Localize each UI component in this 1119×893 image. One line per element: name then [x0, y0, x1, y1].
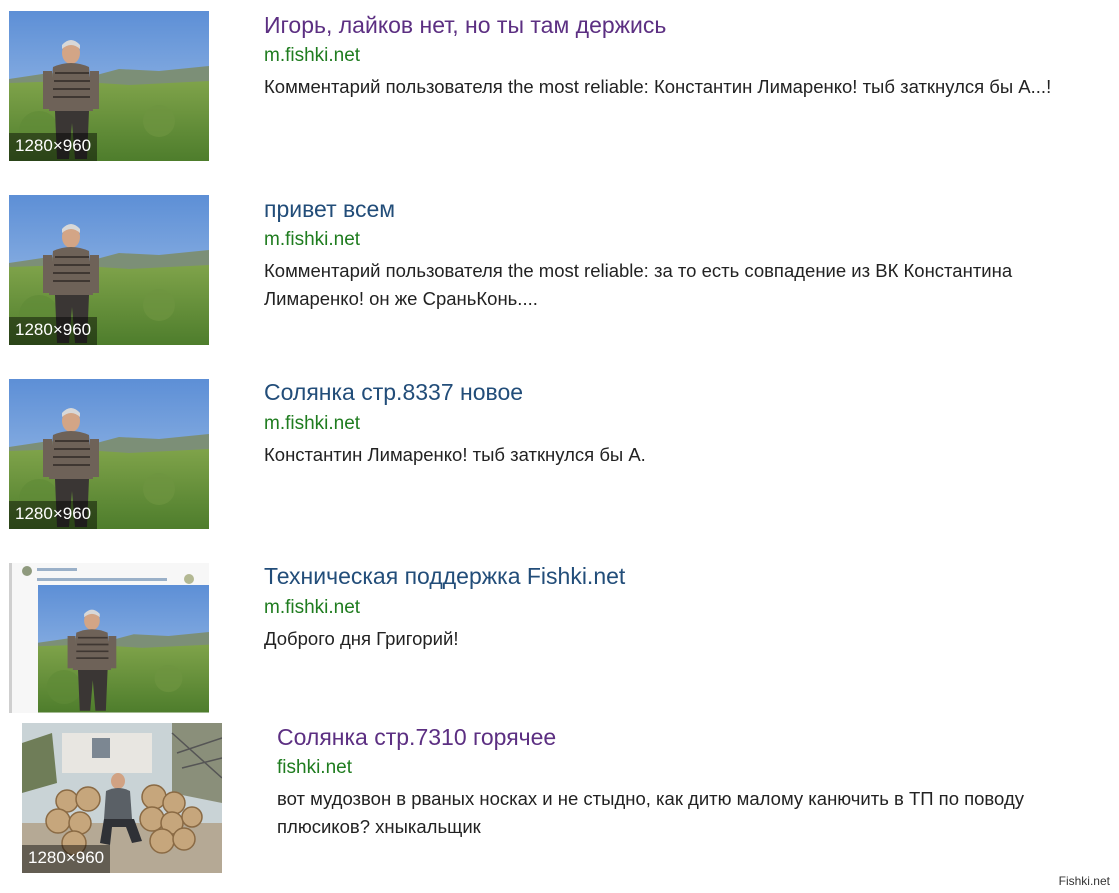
result-snippet: Константин Лимаренко! тыб заткнулся бы А… [264, 444, 646, 465]
result-title-link[interactable]: Игорь, лайков нет, но ты там держись [264, 11, 666, 39]
result-thumbnail[interactable]: 1280×960 [9, 379, 209, 529]
image-size-badge: 1280×960 [22, 845, 111, 873]
comment-screenshot-photo-icon [9, 563, 209, 713]
result-snippet: Комментарий пользователя the most reliab… [264, 76, 1052, 97]
result-title-link[interactable]: Солянка стр.7310 горячее [277, 723, 556, 751]
result-thumbnail[interactable]: 1280×960 [9, 11, 209, 161]
result-domain-link[interactable]: m.fishki.net [264, 596, 360, 620]
image-size-badge: 1280×960 [9, 317, 98, 345]
result-thumbnail[interactable]: 1280×960 [22, 723, 222, 873]
result-domain-link[interactable]: m.fishki.net [264, 412, 360, 436]
result-title-link[interactable]: Солянка стр.8337 новое [264, 378, 523, 406]
result-title-link[interactable]: Техническая поддержка Fishki.net [264, 562, 625, 590]
result-thumbnail[interactable] [9, 563, 209, 713]
image-size-badge: 1280×960 [9, 133, 98, 161]
result-thumbnail[interactable]: 1280×960 [9, 195, 209, 345]
image-size-badge: 1280×960 [9, 501, 98, 529]
result-snippet: вот мудозвон в рваных носках и не стыдно… [277, 788, 1024, 837]
result-domain-link[interactable]: m.fishki.net [264, 228, 360, 252]
result-snippet: Доброго дня Григорий! [264, 628, 459, 649]
result-snippet: Комментарий пользователя the most reliab… [264, 260, 1013, 309]
result-title-link[interactable]: привет всем [264, 195, 395, 223]
site-watermark: Fishki.net [1055, 873, 1113, 889]
result-domain-link[interactable]: m.fishki.net [264, 44, 360, 68]
result-domain-link[interactable]: fishki.net [277, 756, 352, 780]
